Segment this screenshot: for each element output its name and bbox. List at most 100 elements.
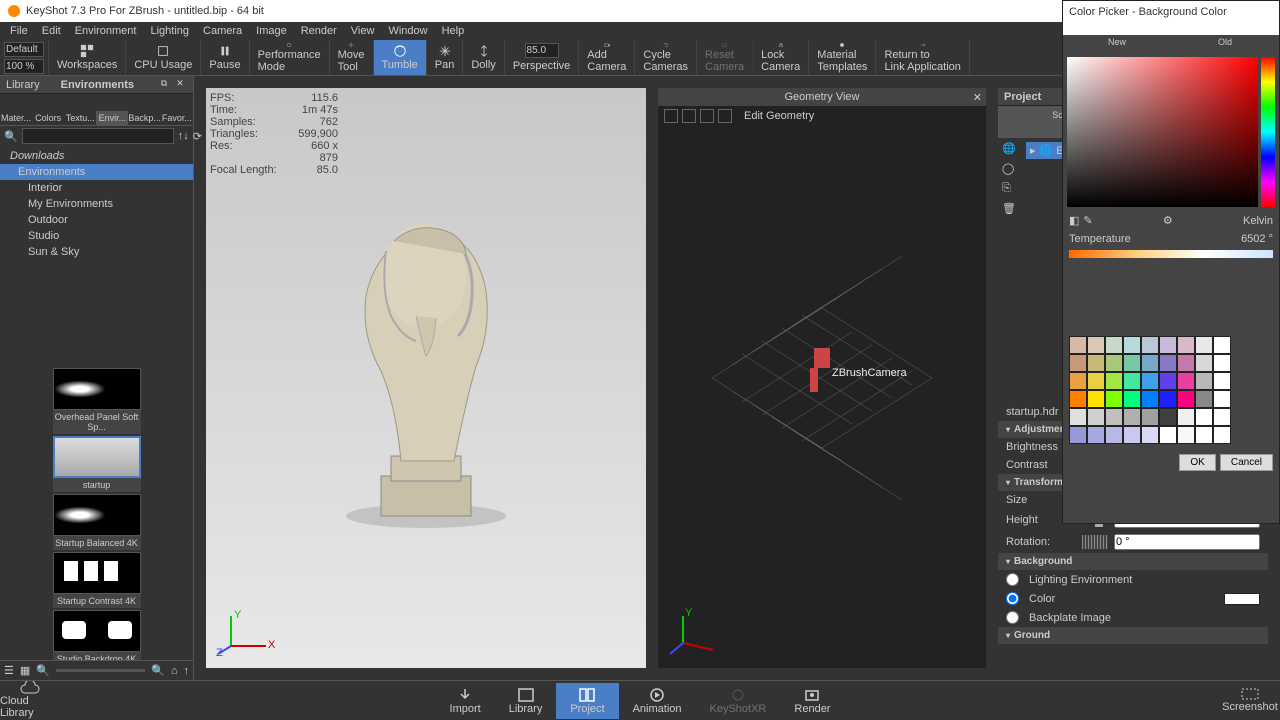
color-swatch[interactable] bbox=[1069, 354, 1087, 372]
home-icon[interactable]: ⌂ bbox=[171, 665, 178, 677]
keyshotxr-button[interactable]: KeyShotXR bbox=[696, 683, 781, 719]
menu-help[interactable]: Help bbox=[436, 23, 471, 39]
pan-button[interactable]: Pan bbox=[427, 40, 464, 75]
wireframe-icon[interactable] bbox=[700, 109, 714, 123]
color-swatch[interactable] bbox=[1141, 336, 1159, 354]
color-swatch[interactable] bbox=[1141, 390, 1159, 408]
bg-backplate-radio[interactable] bbox=[1006, 611, 1019, 624]
section-background[interactable]: Background bbox=[998, 553, 1268, 570]
tab-favorites[interactable]: Favor... bbox=[161, 111, 193, 125]
color-swatch[interactable] bbox=[1087, 372, 1105, 390]
color-swatch[interactable] bbox=[1087, 354, 1105, 372]
zoom-out-icon[interactable]: 🔍 bbox=[36, 664, 50, 677]
tree-downloads[interactable]: Downloads bbox=[0, 148, 193, 164]
color-swatch[interactable] bbox=[1177, 354, 1195, 372]
color-swatch[interactable] bbox=[1177, 390, 1195, 408]
color-swatch[interactable] bbox=[1123, 372, 1141, 390]
zoom-in-icon[interactable]: 🔍 bbox=[151, 664, 165, 677]
bg-color-swatch[interactable] bbox=[1224, 593, 1260, 605]
color-swatch[interactable] bbox=[1159, 354, 1177, 372]
env-thumb[interactable]: Studio Backdrop 4K bbox=[53, 610, 141, 660]
color-swatch[interactable] bbox=[1123, 336, 1141, 354]
color-swatch[interactable] bbox=[1105, 408, 1123, 426]
sort-icon[interactable]: ↑↓ bbox=[178, 130, 189, 142]
section-ground[interactable]: Ground bbox=[998, 627, 1268, 644]
tab-textures[interactable]: Textu... bbox=[64, 111, 96, 125]
render-button[interactable]: Render bbox=[780, 683, 844, 719]
color-swatch[interactable] bbox=[1177, 336, 1195, 354]
env-thumb[interactable]: Startup Balanced 4K bbox=[53, 494, 141, 550]
color-swatch[interactable] bbox=[1141, 372, 1159, 390]
preset-select[interactable] bbox=[4, 42, 44, 57]
color-swatch[interactable] bbox=[1105, 336, 1123, 354]
add-camera-button[interactable]: Add Camera bbox=[579, 40, 635, 75]
camera-icon[interactable] bbox=[718, 109, 732, 123]
library-search-input[interactable] bbox=[22, 128, 174, 144]
rotation-input[interactable] bbox=[1114, 534, 1260, 550]
cloud-library-button[interactable]: Cloud Library bbox=[0, 680, 60, 720]
menu-camera[interactable]: Camera bbox=[197, 23, 248, 39]
menu-image[interactable]: Image bbox=[250, 23, 293, 39]
color-swatch[interactable] bbox=[1123, 408, 1141, 426]
eyedropper-icon[interactable]: ✎ bbox=[1083, 214, 1092, 227]
env-thumb[interactable]: Startup Contrast 4K bbox=[53, 552, 141, 608]
import-button[interactable]: Import bbox=[436, 683, 495, 719]
ok-button[interactable]: OK bbox=[1179, 454, 1215, 471]
color-swatch[interactable] bbox=[1159, 390, 1177, 408]
color-swatch[interactable] bbox=[1069, 408, 1087, 426]
color-swatch[interactable] bbox=[1195, 426, 1213, 444]
color-swatch[interactable] bbox=[1195, 390, 1213, 408]
tree-studio[interactable]: Studio bbox=[0, 228, 193, 244]
tumble-button[interactable]: Tumble bbox=[374, 40, 427, 75]
fov-input[interactable] bbox=[525, 43, 559, 58]
trash-icon[interactable]: 🗑 bbox=[1002, 202, 1018, 218]
color-swatch[interactable] bbox=[1069, 372, 1087, 390]
globe-icon[interactable]: 🌐 bbox=[1002, 142, 1018, 158]
tab-materials[interactable]: Mater... bbox=[0, 111, 32, 125]
perspective-button[interactable]: Perspective bbox=[505, 40, 579, 75]
menu-view[interactable]: View bbox=[345, 23, 381, 39]
menu-edit[interactable]: Edit bbox=[36, 23, 67, 39]
color-swatch[interactable] bbox=[1213, 408, 1231, 426]
swatch-icon[interactable]: ◧ bbox=[1069, 214, 1079, 227]
menu-environment[interactable]: Environment bbox=[69, 23, 143, 39]
tree-my-environments[interactable]: My Environments bbox=[0, 196, 193, 212]
cpu-usage-button[interactable]: CPU Usage bbox=[126, 40, 201, 75]
color-swatch[interactable] bbox=[1105, 354, 1123, 372]
workspaces-button[interactable]: Workspaces bbox=[49, 40, 126, 75]
color-swatch[interactable] bbox=[1123, 426, 1141, 444]
rotation-dial[interactable] bbox=[1082, 535, 1108, 549]
color-swatch[interactable] bbox=[1177, 372, 1195, 390]
color-swatch[interactable] bbox=[1213, 426, 1231, 444]
color-swatch[interactable] bbox=[1141, 354, 1159, 372]
color-swatch[interactable] bbox=[1195, 354, 1213, 372]
cycle-cameras-button[interactable]: Cycle Cameras bbox=[635, 40, 697, 75]
color-swatch[interactable] bbox=[1105, 372, 1123, 390]
zoom-input[interactable] bbox=[4, 59, 44, 74]
color-swatch[interactable] bbox=[1069, 336, 1087, 354]
color-swatch[interactable] bbox=[1123, 390, 1141, 408]
tree-outdoor[interactable]: Outdoor bbox=[0, 212, 193, 228]
tree-sun-sky[interactable]: Sun & Sky bbox=[0, 244, 193, 260]
temperature-slider[interactable] bbox=[1069, 250, 1273, 258]
lock-camera-button[interactable]: Lock Camera bbox=[753, 40, 809, 75]
dolly-button[interactable]: Dolly bbox=[463, 40, 504, 75]
close-geom-icon[interactable]: ✕ bbox=[973, 91, 982, 104]
env-thumb[interactable]: Overhead Panel Soft Sp... bbox=[53, 368, 141, 434]
menu-file[interactable]: File bbox=[4, 23, 34, 39]
performance-mode-button[interactable]: Performance Mode bbox=[250, 40, 330, 75]
tab-colors[interactable]: Colors bbox=[32, 111, 64, 125]
color-swatch[interactable] bbox=[1069, 390, 1087, 408]
color-swatch[interactable] bbox=[1069, 426, 1087, 444]
screenshot-button[interactable]: Screenshot bbox=[1220, 680, 1280, 720]
menu-render[interactable]: Render bbox=[295, 23, 343, 39]
color-swatch[interactable] bbox=[1123, 354, 1141, 372]
color-swatch[interactable] bbox=[1141, 408, 1159, 426]
list-view-icon[interactable]: ☰ bbox=[4, 664, 14, 677]
color-swatch[interactable] bbox=[1177, 408, 1195, 426]
up-icon[interactable]: ↑ bbox=[184, 665, 190, 677]
tree-environments[interactable]: Environments bbox=[0, 164, 193, 180]
color-swatch[interactable] bbox=[1087, 336, 1105, 354]
color-swatch[interactable] bbox=[1141, 426, 1159, 444]
bg-color-radio[interactable] bbox=[1006, 592, 1019, 605]
